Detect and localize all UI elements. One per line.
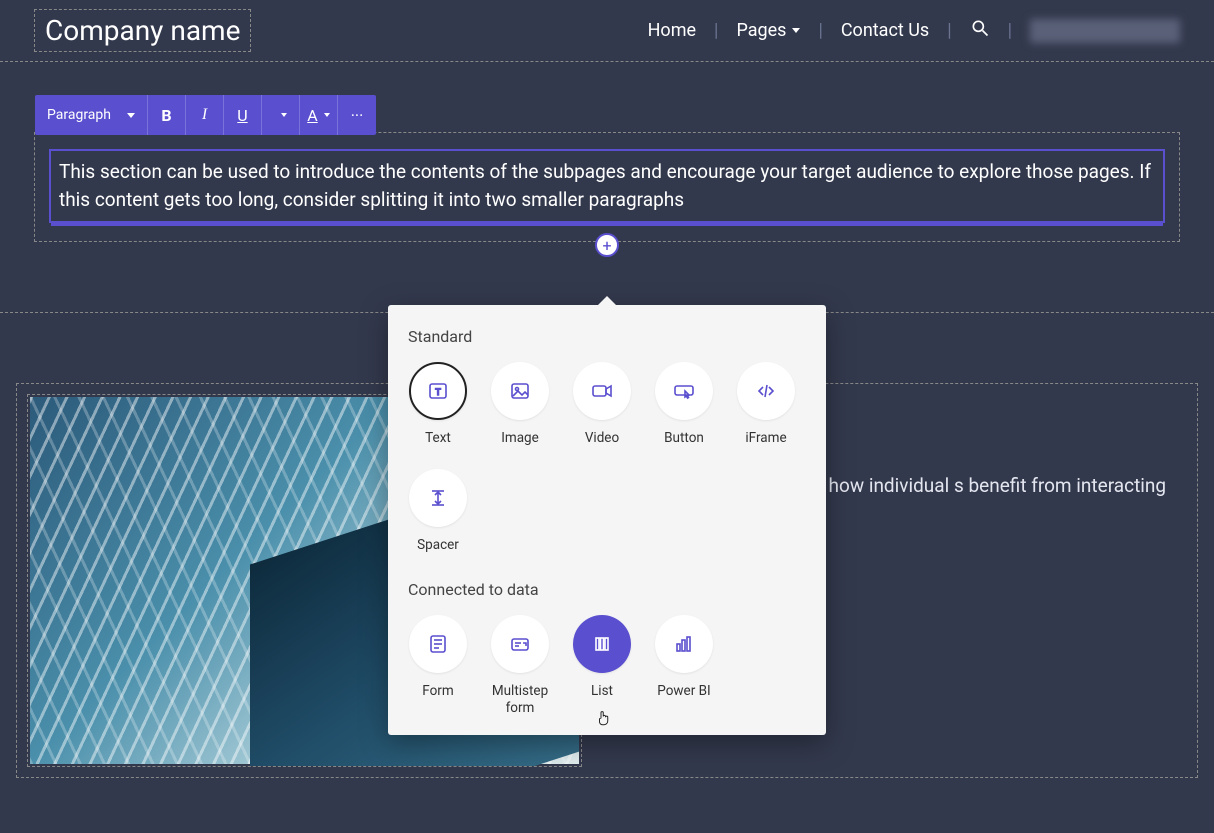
- top-nav: Company name Home | Pages | Contact Us |…: [0, 0, 1214, 62]
- text-icon: T: [409, 362, 467, 420]
- nav-separator: |: [947, 20, 951, 41]
- spacer-icon: [409, 469, 467, 527]
- more-options-button[interactable]: ···: [338, 95, 376, 135]
- component-button[interactable]: Button: [654, 362, 714, 447]
- component-label: Button: [664, 430, 704, 447]
- component-label: Video: [585, 430, 619, 447]
- user-profile[interactable]: [1030, 19, 1180, 43]
- chevron-down-icon: [324, 113, 330, 117]
- list-icon: [573, 615, 631, 673]
- chevron-down-icon: [792, 28, 800, 33]
- search-icon[interactable]: [970, 18, 990, 43]
- component-label: List: [591, 683, 613, 700]
- standard-components-grid: T Text Image Video Button iFram: [408, 362, 806, 554]
- italic-button[interactable]: I: [186, 95, 224, 135]
- section-title-connected: Connected to data: [408, 580, 806, 599]
- brand-name[interactable]: Company name: [34, 9, 251, 52]
- component-label: Power BI: [657, 683, 710, 700]
- powerbi-icon: [655, 615, 713, 673]
- font-color-button[interactable]: A: [300, 95, 338, 135]
- nav-separator: |: [1008, 20, 1012, 41]
- nav-links: Home | Pages | Contact Us | |: [648, 18, 1180, 43]
- nav-contact[interactable]: Contact Us: [841, 20, 929, 41]
- paragraph-style-select[interactable]: Paragraph: [35, 95, 148, 135]
- add-component-button[interactable]: +: [595, 233, 619, 257]
- underline-button[interactable]: U: [224, 95, 262, 135]
- text-toolbar: Paragraph B I U A ···: [35, 95, 376, 135]
- component-label: Multistep form: [490, 683, 550, 717]
- component-form[interactable]: Form: [408, 615, 468, 717]
- component-video[interactable]: Video: [572, 362, 632, 447]
- component-iframe[interactable]: iFrame: [736, 362, 796, 447]
- image-icon: [491, 362, 549, 420]
- component-label: Form: [422, 683, 453, 700]
- iframe-icon: [737, 362, 795, 420]
- component-text[interactable]: T Text: [408, 362, 468, 447]
- align-button[interactable]: [262, 95, 300, 135]
- nav-pages[interactable]: Pages: [736, 20, 800, 41]
- component-label: Image: [501, 430, 539, 447]
- component-powerbi[interactable]: Power BI: [654, 615, 714, 717]
- nav-separator: |: [818, 20, 822, 41]
- component-spacer[interactable]: Spacer: [408, 469, 468, 554]
- bold-button[interactable]: B: [148, 95, 186, 135]
- component-label: iFrame: [745, 430, 786, 447]
- component-multistep-form[interactable]: Multistep form: [490, 615, 550, 717]
- multistep-form-icon: [491, 615, 549, 673]
- svg-text:T: T: [435, 388, 441, 398]
- component-list[interactable]: List: [572, 615, 632, 717]
- video-icon: [573, 362, 631, 420]
- section-title-standard: Standard: [408, 327, 806, 346]
- form-icon: [409, 615, 467, 673]
- nav-separator: |: [714, 20, 718, 41]
- nav-home[interactable]: Home: [648, 20, 696, 41]
- chevron-down-icon: [281, 113, 287, 117]
- font-letter: A: [307, 106, 317, 125]
- button-icon: [655, 362, 713, 420]
- component-label: Spacer: [417, 537, 459, 554]
- component-image[interactable]: Image: [490, 362, 550, 447]
- paragraph-style-label: Paragraph: [47, 107, 111, 123]
- chevron-down-icon: [127, 113, 135, 118]
- connected-components-grid: Form Multistep form List Power BI: [408, 615, 806, 717]
- hero-section: Subpage one Paragraph B I U A ··· This s…: [0, 62, 1214, 313]
- text-body-input[interactable]: This section can be used to introduce th…: [49, 149, 1165, 223]
- nav-pages-label: Pages: [736, 20, 786, 41]
- component-picker-popover: Standard T Text Image Video Button: [388, 305, 826, 735]
- component-label: Text: [425, 430, 451, 447]
- text-block[interactable]: Subpage one Paragraph B I U A ··· This s…: [34, 132, 1180, 242]
